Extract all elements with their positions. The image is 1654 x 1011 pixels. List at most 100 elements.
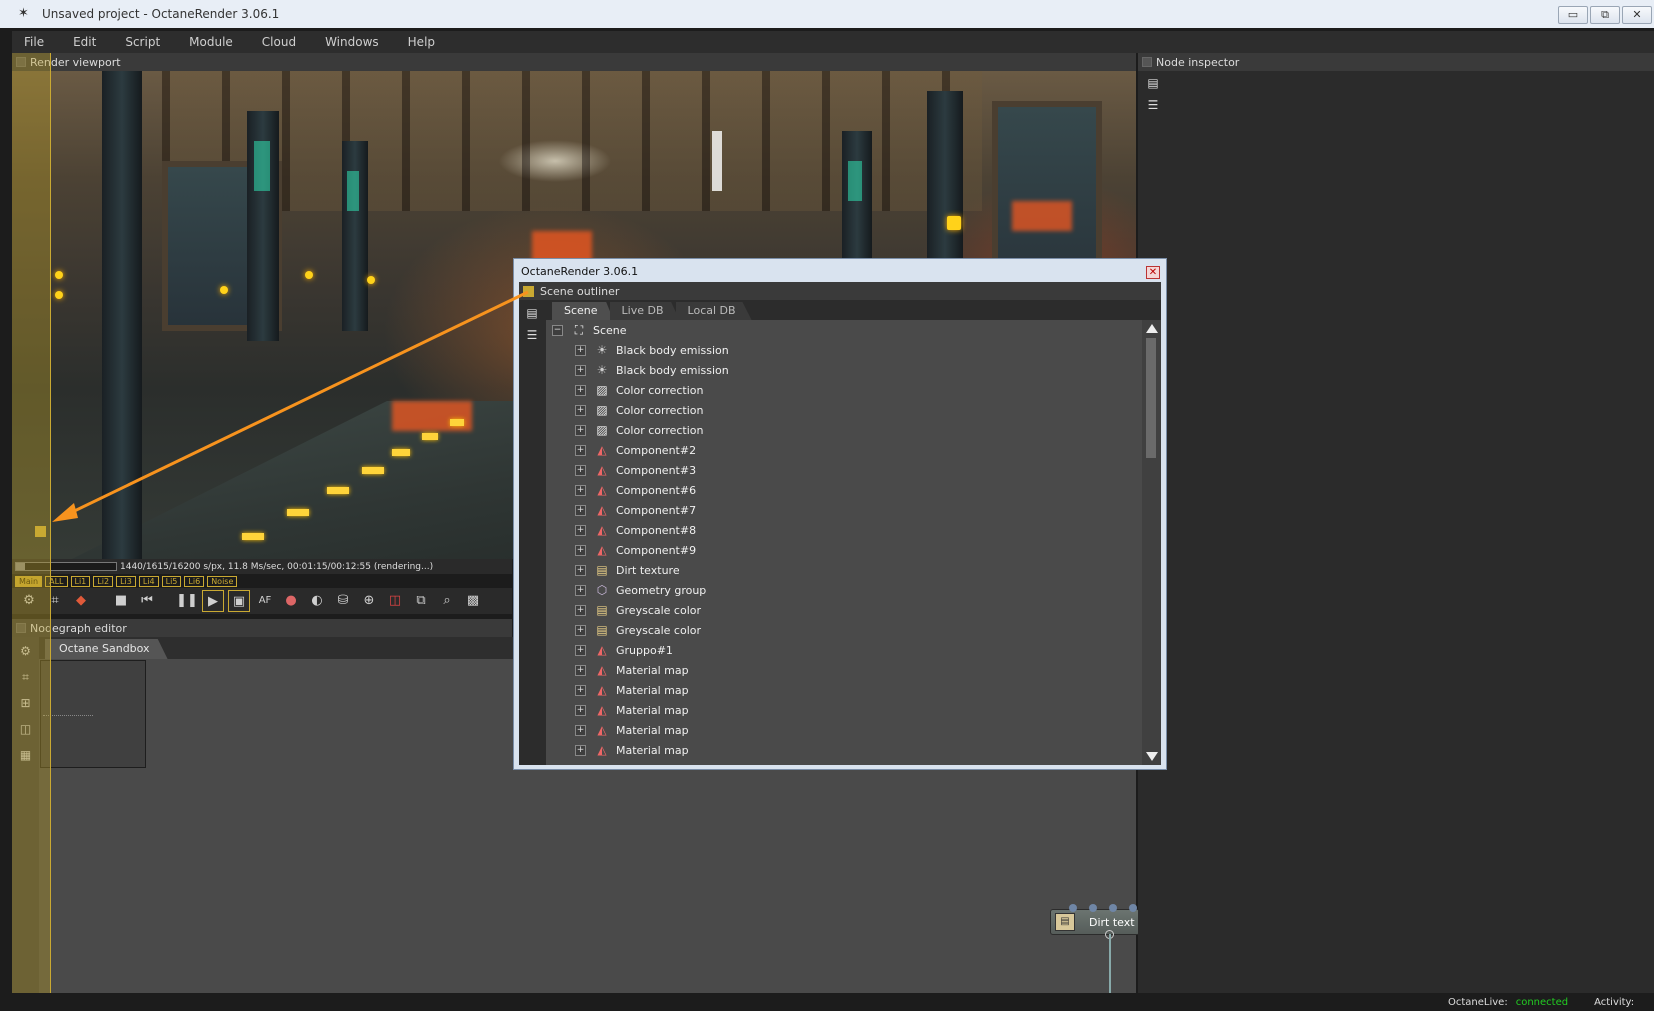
zoom-icon[interactable]: ⌕: [436, 590, 458, 612]
collapse-all-icon[interactable]: ☰: [1144, 96, 1162, 114]
menu-windows[interactable]: Windows: [313, 35, 390, 49]
outliner-close-button[interactable]: ✕: [1146, 266, 1160, 279]
expand-icon[interactable]: +: [575, 404, 586, 416]
menu-file[interactable]: File: [12, 35, 55, 49]
tab-scene[interactable]: Scene: [552, 302, 614, 320]
expand-all-icon[interactable]: ▤: [1144, 74, 1162, 92]
focus-picker-icon[interactable]: ◫: [384, 590, 406, 612]
expand-icon[interactable]: +: [575, 344, 586, 356]
outliner-scrollbar[interactable]: [1142, 320, 1161, 765]
region-render-icon[interactable]: ▩: [462, 590, 484, 612]
tree-root-row[interactable]: − ⛶ Scene: [546, 320, 1142, 340]
close-button[interactable]: ✕: [1622, 6, 1652, 24]
pass-tab-li3[interactable]: Li3: [116, 575, 136, 587]
decal-icon[interactable]: ⧉: [410, 590, 432, 612]
expand-icon[interactable]: +: [575, 424, 586, 436]
scroll-thumb[interactable]: [1146, 338, 1156, 458]
stop-icon[interactable]: ■: [110, 590, 132, 612]
scroll-down-icon[interactable]: [1146, 752, 1158, 761]
tab-local-db[interactable]: Local DB: [675, 302, 752, 320]
tree-item-row[interactable]: + ◭ Component#7: [546, 500, 1142, 520]
node-input-pin[interactable]: [1069, 904, 1077, 912]
restore-button[interactable]: ⧉: [1590, 6, 1620, 24]
tree-item-row[interactable]: + ⬡ Geometry group: [546, 580, 1142, 600]
expand-icon[interactable]: +: [575, 384, 586, 396]
tree-item-row[interactable]: + ◭ Material map: [546, 700, 1142, 720]
menu-help[interactable]: Help: [396, 35, 446, 49]
pass-tab-li2[interactable]: Li2: [93, 575, 114, 587]
expand-all-icon[interactable]: ▤: [523, 304, 541, 322]
tree-item-row[interactable]: + ◭ Material map: [546, 740, 1142, 760]
menu-edit[interactable]: Edit: [61, 35, 107, 49]
color-picker-icon[interactable]: ●: [280, 590, 302, 612]
expand-icon[interactable]: +: [575, 604, 586, 616]
expand-icon[interactable]: +: [575, 484, 586, 496]
render-pillar: [102, 71, 142, 559]
tree-item-row[interactable]: + ◭ Material map: [546, 660, 1142, 680]
node-input-pin[interactable]: [1109, 904, 1117, 912]
tree-item-row[interactable]: + ▤ Greyscale color: [546, 620, 1142, 640]
dirt-texture-node[interactable]: ▤ Dirt text: [1050, 904, 1140, 935]
expand-icon[interactable]: +: [575, 664, 586, 676]
pass-tab-li5[interactable]: Li5: [161, 575, 182, 587]
tree-item-row[interactable]: + ▤ Greyscale color: [546, 600, 1142, 620]
scroll-up-icon[interactable]: [1146, 324, 1158, 333]
tab-octane-sandbox[interactable]: Octane Sandbox: [45, 639, 168, 659]
tree-item-row[interactable]: + ◭ Component#6: [546, 480, 1142, 500]
expand-icon[interactable]: +: [575, 584, 586, 596]
tree-item-row[interactable]: + ▤ Dirt texture: [546, 560, 1142, 580]
collapse-icon[interactable]: −: [552, 324, 563, 336]
display-icon[interactable]: ▣: [228, 590, 250, 612]
tree-item-row[interactable]: + ☀ Black body emission: [546, 360, 1142, 380]
tree-item-row[interactable]: + ☀ Black body emission: [546, 340, 1142, 360]
object-picker-icon[interactable]: ⊕: [358, 590, 380, 612]
white-balance-icon[interactable]: ◐: [306, 590, 328, 612]
expand-icon[interactable]: +: [575, 524, 586, 536]
expand-icon[interactable]: +: [575, 544, 586, 556]
tree-item-row[interactable]: + ◭ Component#3: [546, 460, 1142, 480]
menu-cloud[interactable]: Cloud: [250, 35, 307, 49]
expand-icon[interactable]: +: [575, 364, 586, 376]
play-icon[interactable]: ▶: [202, 590, 224, 612]
node-input-pin[interactable]: [1129, 904, 1137, 912]
tree-item-row[interactable]: + ◭ Material map: [546, 720, 1142, 740]
expand-icon[interactable]: +: [575, 464, 586, 476]
tree-item-row[interactable]: + ◭ Component#2: [546, 440, 1142, 460]
panel-grip[interactable]: [1142, 57, 1152, 67]
expand-icon[interactable]: +: [575, 504, 586, 516]
tree-item-row[interactable]: + ◭ Component#8: [546, 520, 1142, 540]
panel-grip[interactable]: [523, 285, 534, 297]
node-input-pin[interactable]: [1089, 904, 1097, 912]
tree-item-row[interactable]: + ▨ Color correction: [546, 420, 1142, 440]
menu-script[interactable]: Script: [113, 35, 171, 49]
expand-icon[interactable]: +: [575, 744, 586, 756]
tree-item-row[interactable]: + ▨ Color correction: [546, 400, 1142, 420]
expand-icon[interactable]: +: [575, 564, 586, 576]
material-picker-icon[interactable]: ⛁: [332, 590, 354, 612]
pass-tab-li6[interactable]: Li6: [184, 575, 205, 587]
tab-live-db[interactable]: Live DB: [609, 302, 680, 320]
expand-icon[interactable]: +: [575, 624, 586, 636]
collapse-all-icon[interactable]: ☰: [523, 326, 541, 344]
restart-icon[interactable]: ⏮: [136, 590, 158, 612]
cube-icon[interactable]: ◆: [70, 590, 92, 612]
tree-item-row[interactable]: + ◭ Gruppo#1: [546, 640, 1142, 660]
nodegraph-minimap[interactable]: [40, 660, 146, 768]
expand-icon[interactable]: +: [575, 724, 586, 736]
tree-item-row[interactable]: + ▨ Color correction: [546, 380, 1142, 400]
pass-tab-li1[interactable]: Li1: [70, 575, 91, 587]
tree-item-row[interactable]: + ◭ Component#9: [546, 540, 1142, 560]
expand-icon[interactable]: +: [575, 444, 586, 456]
af-icon[interactable]: AF: [254, 590, 276, 612]
outliner-window[interactable]: OctaneRender 3.06.1 ✕ Scene outliner ▤ ☰…: [513, 258, 1167, 770]
minimize-button[interactable]: ▭: [1558, 6, 1588, 24]
pass-tab-li4[interactable]: Li4: [138, 575, 159, 587]
expand-icon[interactable]: +: [575, 684, 586, 696]
pause-icon[interactable]: ❚❚: [176, 590, 198, 612]
pass-tab-noise[interactable]: Noise: [207, 575, 238, 587]
expand-icon[interactable]: +: [575, 704, 586, 716]
menu-module[interactable]: Module: [177, 35, 244, 49]
render-floor-stripe: [422, 433, 438, 440]
expand-icon[interactable]: +: [575, 644, 586, 656]
tree-item-row[interactable]: + ◭ Material map: [546, 680, 1142, 700]
